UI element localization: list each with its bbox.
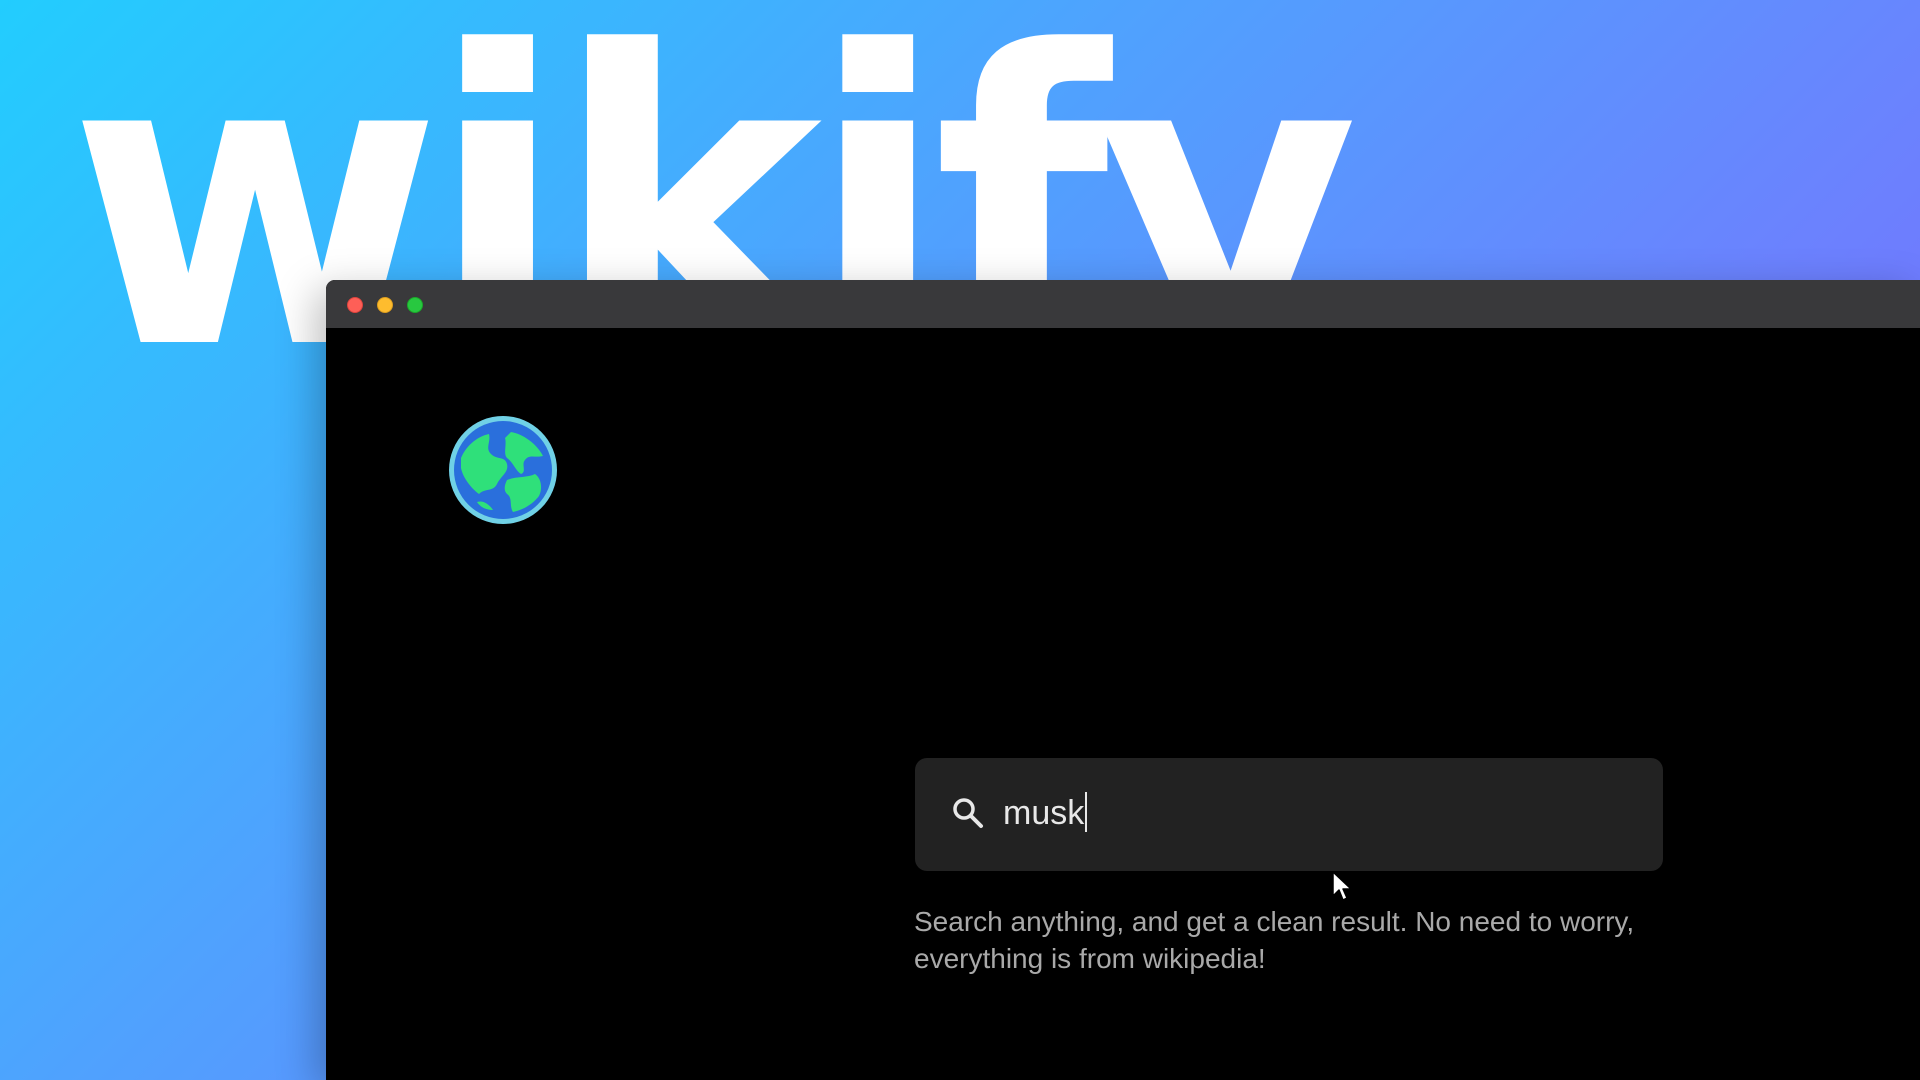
zoom-window-button[interactable] [407,297,423,313]
minimize-window-button[interactable] [377,297,393,313]
search-icon [951,796,985,830]
search-hint: Search anything, and get a clean result.… [914,906,1635,974]
search-input-value: musk [1003,794,1085,832]
text-caret [1085,792,1088,832]
app-window: musk Search anything, and get a clean re… [326,280,1920,1080]
mouse-pointer-icon [1331,870,1353,902]
search-field[interactable]: musk [915,758,1663,871]
window-titlebar[interactable] [326,280,1920,328]
search-input[interactable]: musk [1003,790,1088,836]
globe-icon [447,414,559,526]
close-window-button[interactable] [347,297,363,313]
